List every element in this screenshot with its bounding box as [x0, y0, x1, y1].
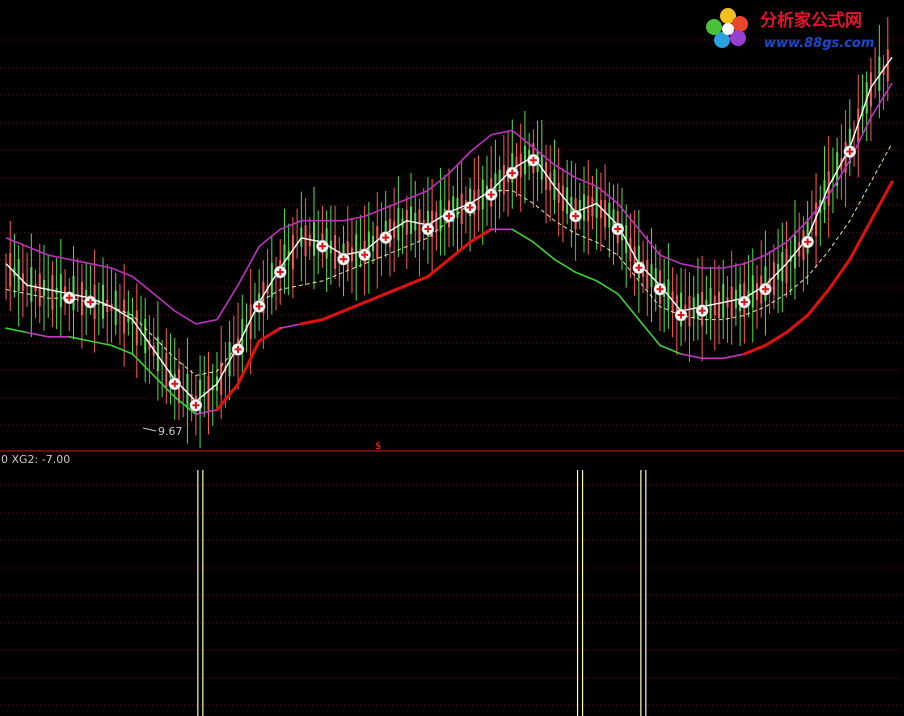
- lower-band-segment: [363, 292, 388, 304]
- buy-signal-marker: [379, 231, 393, 244]
- lower-band-segment: [342, 300, 367, 313]
- buy-signal-marker: [505, 166, 519, 180]
- buy-signal-marker: [653, 282, 667, 296]
- lower-band-segment: [5, 327, 28, 334]
- lower-band-segment: [574, 271, 598, 282]
- lower-band-segment: [785, 313, 810, 334]
- buy-signal-marker: [358, 248, 371, 262]
- lower-band-segment: [680, 353, 703, 360]
- candlestick-series: [5, 17, 889, 449]
- lower-band-segment: [215, 382, 240, 412]
- lower-band-segment: [742, 343, 767, 356]
- lower-band-segment: [722, 353, 746, 360]
- buy-signal-marker: [168, 377, 182, 391]
- buy-signal-marker: [569, 209, 582, 223]
- buy-signal-marker: [273, 265, 287, 279]
- lower-band-segment: [511, 228, 535, 243]
- buy-signal-marker: [62, 291, 76, 305]
- watermark-logo: 分析家公式网 www.88gs.com: [706, 8, 874, 51]
- buy-signal-marker: [189, 398, 203, 412]
- buy-signal-marker: [231, 343, 245, 356]
- buy-signal-marker: [84, 295, 97, 309]
- lower-band-segment: [763, 331, 789, 347]
- lower-band-segment: [131, 353, 155, 377]
- buy-signal-marker: [611, 222, 625, 236]
- lower-band-segment: [26, 331, 49, 338]
- low-price-label: 9.67: [158, 425, 183, 438]
- lower-band-segment: [532, 241, 556, 261]
- lower-band-segment: [68, 335, 92, 342]
- date-marker-glyph: $: [375, 441, 381, 452]
- low-price-arrow: [142, 427, 157, 432]
- buy-signal-marker: [695, 304, 709, 318]
- buy-signal-marker: [527, 153, 540, 167]
- watermark-url: www.88gs.com: [764, 36, 874, 51]
- lower-band-segment: [848, 219, 873, 261]
- buy-signal-marker: [632, 261, 646, 275]
- lower-band-segment: [806, 288, 831, 317]
- lower-band-segment: [110, 344, 134, 355]
- buy-signal-marker: [463, 201, 477, 214]
- lower-band-segment: [659, 344, 682, 355]
- lower-band-segment: [638, 318, 661, 347]
- grid-lines: [0, 39, 904, 706]
- flower-icon: [706, 8, 748, 48]
- lower-band-segment: [869, 180, 894, 223]
- lower-band-segment: [468, 227, 493, 244]
- lower-band-segment: [257, 326, 282, 343]
- buy-signal-marker: [484, 188, 498, 201]
- lower-band-segment: [553, 258, 577, 274]
- buy-signal-marker: [843, 145, 857, 158]
- lower-band-segment: [447, 240, 472, 261]
- low-price-annotation: 9.67: [142, 425, 183, 438]
- buy-signal-marker: [674, 308, 688, 322]
- buy-signal-marker: [252, 300, 266, 313]
- stock-chart: 9.67 $ 0 XG2: -7.00 分析家公式网 www.88gs.com: [0, 8, 904, 716]
- lower-band-segment: [279, 323, 303, 330]
- lower-band-segment: [827, 257, 852, 291]
- buy-signal-marker: [738, 295, 751, 309]
- lower-band-segment: [426, 257, 451, 279]
- lower-band-segment: [595, 280, 619, 295]
- lower-band-segment: [384, 283, 409, 296]
- buy-signal-marker: [316, 239, 329, 253]
- signal-markers: [62, 145, 857, 412]
- indicator-label: 0 XG2: -7.00: [1, 453, 70, 466]
- buy-signal-marker: [759, 282, 772, 296]
- watermark-name: 分析家公式网: [760, 10, 862, 31]
- xg2-signal-bars: [197, 470, 647, 716]
- buy-signal-marker: [801, 235, 814, 249]
- lower-band-segment: [616, 292, 640, 321]
- buy-signal-marker: [421, 222, 435, 236]
- buy-signal-marker: [442, 209, 456, 223]
- lower-band-segment: [299, 318, 324, 326]
- buy-signal-marker: [337, 252, 350, 266]
- lower-band-segment: [405, 275, 430, 287]
